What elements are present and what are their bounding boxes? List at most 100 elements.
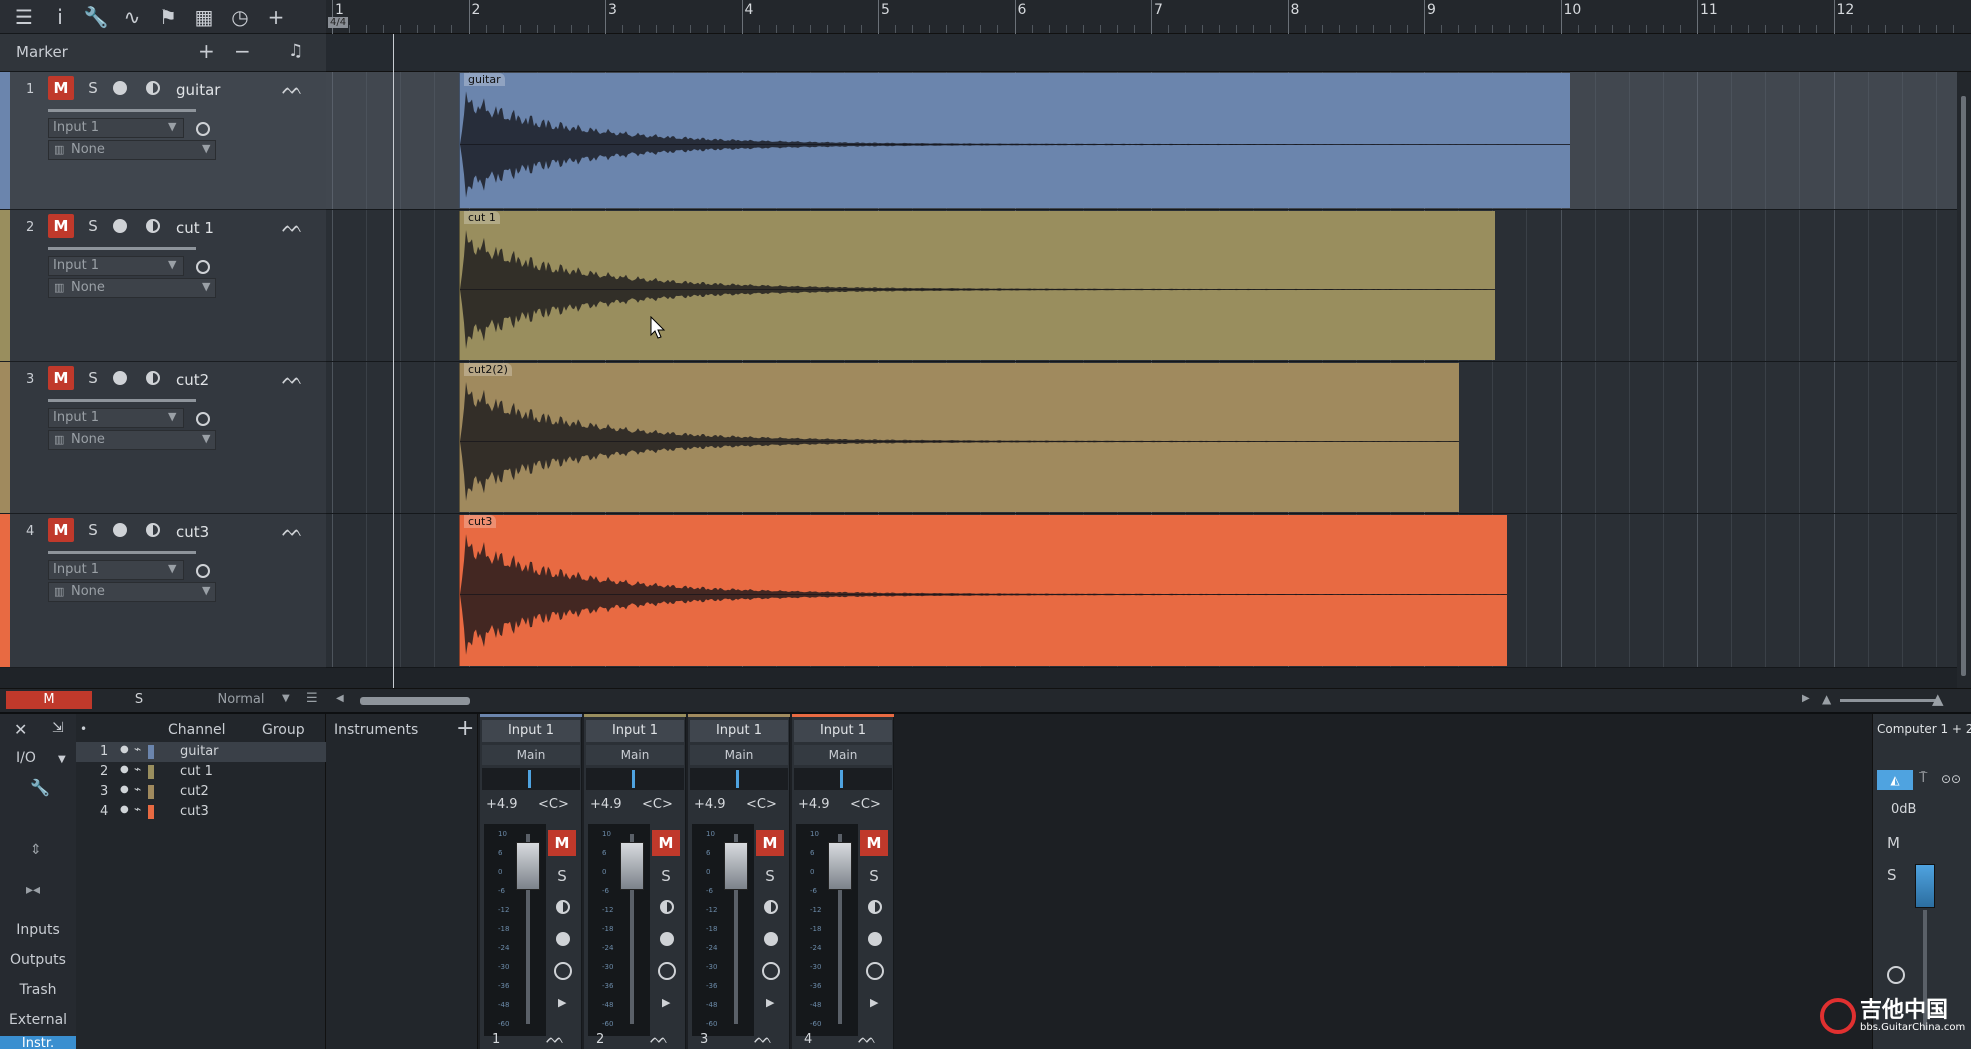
channel-list-row[interactable]: 3 ● ⌁ cut2 — [76, 782, 326, 802]
add-instrument-button[interactable]: + — [456, 716, 474, 741]
track-name[interactable]: guitar — [176, 81, 220, 99]
input-monitor-icon[interactable] — [196, 412, 210, 426]
global-solo-button[interactable]: S — [96, 691, 182, 709]
track-solo-button[interactable]: S — [80, 214, 106, 238]
track-mute-button[interactable]: M — [48, 214, 74, 238]
instruments-nav-button[interactable]: Instr. — [0, 1036, 76, 1049]
strip-pan-readout[interactable]: <C> — [746, 797, 777, 812]
volume-fader[interactable] — [828, 842, 852, 890]
input-monitor-icon[interactable] — [196, 260, 210, 274]
record-arm-icon[interactable] — [113, 219, 127, 233]
horizontal-scrollbar[interactable] — [360, 697, 470, 705]
automation-icon[interactable] — [554, 962, 572, 980]
play-icon[interactable]: ▶ — [558, 996, 566, 1009]
wrench-icon[interactable]: 🔧 — [30, 778, 50, 797]
strip-mute-button[interactable]: M — [860, 830, 888, 856]
track-mute-button[interactable]: M — [48, 366, 74, 390]
track-volume-slider[interactable] — [48, 247, 196, 250]
flag-icon[interactable]: ⚑ — [152, 1, 184, 33]
vertical-scrollbar[interactable] — [1957, 72, 1971, 688]
record-arm-icon[interactable] — [556, 932, 570, 946]
menu-icon[interactable]: ☰ — [8, 1, 40, 33]
track-output-select[interactable]: None — [48, 582, 216, 602]
monitor-icon[interactable] — [146, 371, 160, 385]
strip-pan-slider[interactable] — [794, 768, 892, 790]
strip-output-select[interactable]: Main — [794, 745, 892, 765]
strip-mute-button[interactable]: M — [756, 830, 784, 856]
visible-dot-icon[interactable]: ● — [120, 804, 129, 815]
strip-volume-readout[interactable]: +4.9 — [590, 797, 622, 812]
strip-pan-readout[interactable]: <C> — [642, 797, 673, 812]
expand-horizontal-icon[interactable]: ▸◂ — [26, 882, 40, 898]
strip-solo-button[interactable]: S — [548, 864, 576, 888]
scroll-left-icon[interactable]: ◀ — [336, 693, 344, 704]
track-lane[interactable]: cut 1 — [326, 210, 1971, 362]
strip-volume-readout[interactable]: +4.9 — [694, 797, 726, 812]
track-color-strip[interactable] — [0, 362, 10, 513]
track-solo-button[interactable]: S — [80, 76, 106, 100]
track-input-select[interactable]: Input 1 — [48, 560, 184, 580]
strip-output-select[interactable]: Main — [586, 745, 684, 765]
pin-icon[interactable]: ⍑ — [1919, 770, 1927, 786]
audio-clip[interactable]: cut3 — [459, 515, 1507, 666]
monitor-icon[interactable] — [146, 523, 160, 537]
zoom-in-icon[interactable]: ▲ — [1932, 690, 1944, 708]
input-monitor-icon[interactable] — [196, 122, 210, 136]
waveform-icon[interactable]: ᨓ — [282, 78, 303, 99]
strip-input-select[interactable]: Input 1 — [482, 720, 580, 742]
list-icon[interactable]: ☰ — [306, 691, 318, 706]
playhead-line[interactable] — [393, 34, 394, 688]
channel-list-row[interactable]: 4 ● ⌁ cut3 — [76, 802, 326, 822]
strip-solo-button[interactable]: S — [652, 864, 680, 888]
input-monitor-icon[interactable] — [196, 564, 210, 578]
waveform-icon[interactable]: ᨓ — [546, 1028, 565, 1048]
grid-icon[interactable]: ▦ — [188, 1, 220, 33]
inputs-button[interactable]: Inputs — [0, 922, 76, 938]
main-automation-icon[interactable] — [1887, 966, 1905, 984]
track-lane[interactable]: cut3 — [326, 514, 1971, 668]
strip-input-select[interactable]: Input 1 — [586, 720, 684, 742]
main-solo-button[interactable]: S — [1887, 866, 1897, 884]
plus-icon[interactable]: + — [260, 1, 292, 33]
visible-dot-icon[interactable]: ● — [120, 744, 129, 755]
main-mute-button[interactable]: M — [1887, 834, 1900, 852]
monitor-icon[interactable] — [146, 81, 160, 95]
external-button[interactable]: External — [0, 1012, 76, 1028]
remove-marker-button[interactable]: − — [234, 39, 251, 63]
waveform-icon[interactable]: ᨓ — [858, 1028, 877, 1048]
track-volume-slider[interactable] — [48, 399, 196, 402]
waveform-icon[interactable]: ᨓ — [282, 368, 303, 389]
monitor-icon[interactable] — [556, 900, 570, 914]
channel-list-row[interactable]: 2 ● ⌁ cut 1 — [76, 762, 326, 782]
track-output-select[interactable]: None — [48, 430, 216, 450]
record-arm-icon[interactable] — [868, 932, 882, 946]
record-arm-icon[interactable] — [764, 932, 778, 946]
track-output-select[interactable]: None — [48, 140, 216, 160]
zoom-slider[interactable] — [1840, 699, 1940, 702]
play-icon[interactable]: ▶ — [870, 996, 878, 1009]
track-name[interactable]: cut 1 — [176, 219, 214, 237]
volume-fader[interactable] — [620, 842, 644, 890]
strip-volume-readout[interactable]: +4.9 — [486, 797, 518, 812]
strip-pan-slider[interactable] — [690, 768, 788, 790]
channel-list-row[interactable]: 1 ● ⌁ guitar — [76, 742, 326, 762]
link-icon[interactable]: ⌁ — [134, 742, 141, 756]
monitor-icon[interactable] — [660, 900, 674, 914]
scroll-right-icon[interactable]: ▶ — [1802, 693, 1810, 704]
strip-mute-button[interactable]: M — [548, 830, 576, 856]
global-mute-button[interactable]: M — [6, 691, 92, 709]
play-icon[interactable]: ▶ — [766, 996, 774, 1009]
strip-input-select[interactable]: Input 1 — [794, 720, 892, 742]
track-color-strip[interactable] — [0, 72, 10, 209]
zoom-out-icon[interactable]: ▲ — [1822, 692, 1831, 706]
track-color-strip[interactable] — [0, 210, 10, 361]
volume-fader[interactable] — [724, 842, 748, 890]
track-input-select[interactable]: Input 1 — [48, 118, 184, 138]
waveform-icon[interactable]: ᨓ — [650, 1028, 669, 1048]
track-input-select[interactable]: Input 1 — [48, 408, 184, 428]
visible-dot-icon[interactable]: ● — [120, 784, 129, 795]
monitor-icon[interactable] — [764, 900, 778, 914]
link-icon[interactable]: ⌁ — [134, 762, 141, 776]
track-name[interactable]: cut2 — [176, 371, 209, 389]
group-column-header[interactable]: Group — [262, 722, 305, 738]
